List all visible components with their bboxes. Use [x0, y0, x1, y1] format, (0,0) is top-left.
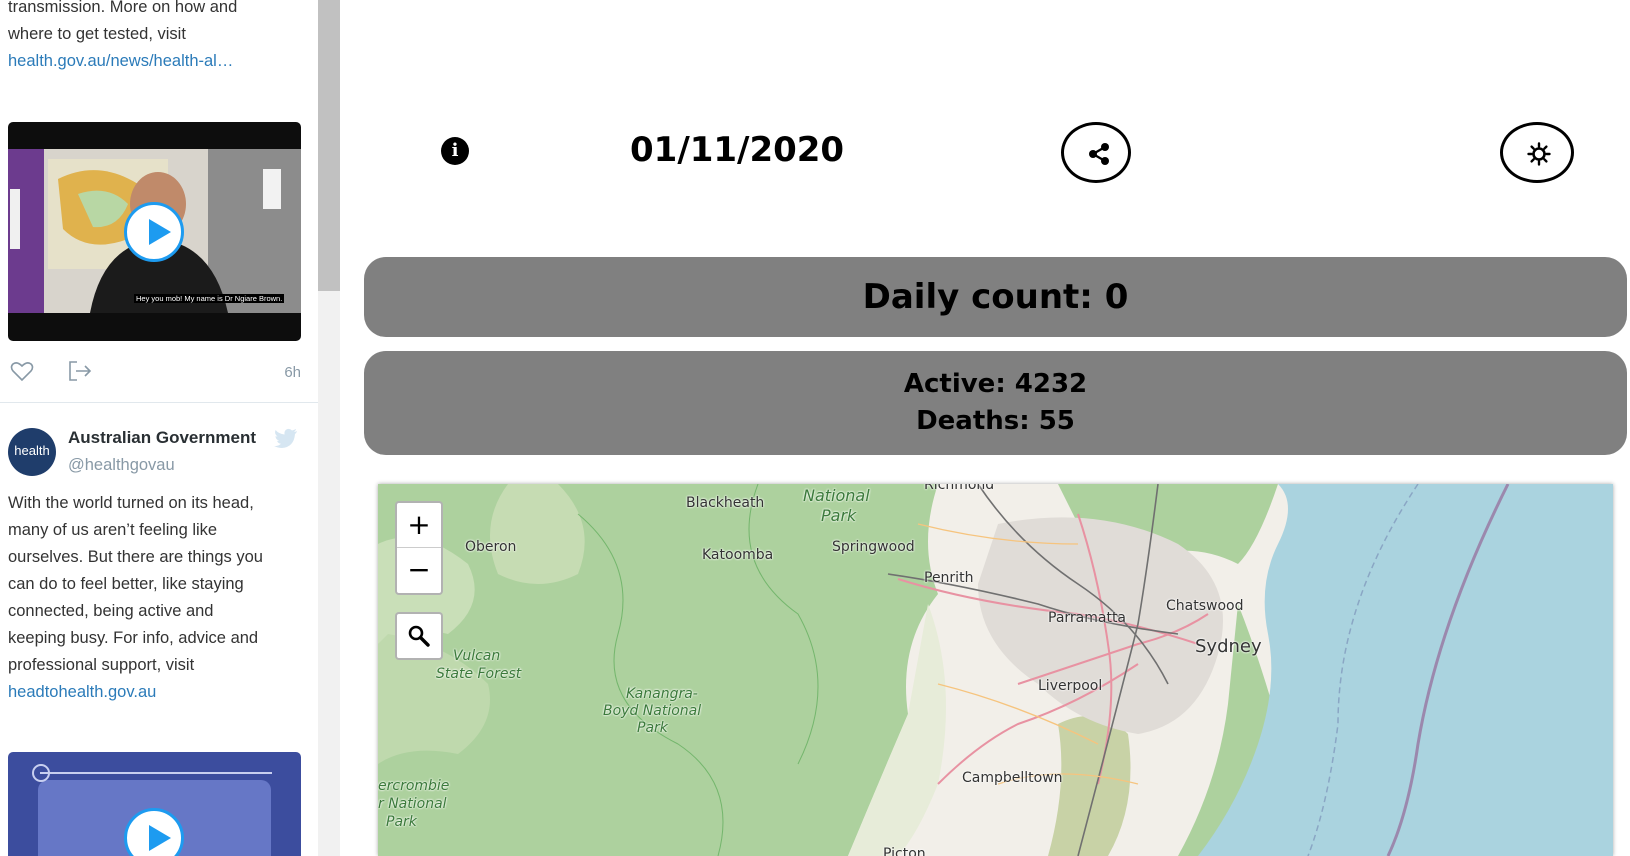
tweet-text-line: With the world turned on its head, — [8, 494, 254, 512]
tweet-actions: 6h — [8, 358, 301, 388]
avatar[interactable]: health — [8, 428, 56, 476]
video-decoration — [40, 772, 272, 774]
map-label-abercrombie: ercrombie — [378, 778, 450, 794]
search-icon — [408, 625, 430, 647]
zoom-in-button[interactable]: + — [397, 503, 441, 548]
date-display: 01/11/2020 — [630, 130, 845, 170]
share-icon[interactable] — [68, 360, 92, 382]
map-label-abercrombie: r National — [378, 796, 447, 812]
tweet-link[interactable]: headtohealth.gov.au — [8, 683, 156, 701]
video-caption: Hey you mob! My name is Dr Ngiare Brown. — [134, 294, 285, 303]
map-label-springwood: Springwood — [832, 539, 915, 555]
tweet-author-handle[interactable]: @healthgovau — [68, 456, 175, 475]
map-label-chatswood: Chatswood — [1166, 598, 1244, 614]
heart-icon[interactable] — [10, 360, 34, 382]
map-label-abercrombie: Park — [386, 814, 417, 830]
map-label-campbelltown: Campbelltown — [962, 770, 1063, 786]
play-button[interactable] — [124, 202, 184, 262]
theme-toggle-button[interactable] — [1500, 122, 1574, 183]
map-label-kanangra-boyd: Park — [637, 720, 668, 736]
tweet-text-line: ourselves. But there are things you — [8, 548, 263, 566]
tweet-author-name[interactable]: Australian Government — [68, 428, 256, 448]
tweet-video[interactable]: Hey you mob! My name is Dr Ngiare Brown. — [8, 122, 301, 341]
tweet-text-line: transmission. More on how and — [8, 0, 238, 16]
map-label-blackheath: Blackheath — [686, 495, 765, 511]
totals-panel: Active: 4232 Deaths: 55 — [364, 351, 1627, 455]
tweet-text-line: keeping busy. For info, advice and — [8, 629, 259, 647]
map-label-liverpool: Liverpool — [1038, 678, 1103, 694]
sun-icon — [1527, 142, 1551, 166]
tweet-link[interactable]: health.gov.au/news/health-al… — [8, 52, 233, 70]
tweet-text-line: professional support, visit — [8, 656, 195, 674]
zoom-control: + − — [395, 501, 443, 595]
info-icon[interactable]: i — [441, 137, 469, 165]
map-label-penrith: Penrith — [924, 570, 974, 586]
tweet-text: transmission. More on how and where to g… — [8, 0, 308, 75]
tweet-text-line: can do to feel better, like staying — [8, 575, 244, 593]
feed-scrollbar-thumb[interactable] — [318, 0, 340, 291]
map-label-richmond: Richmond — [924, 484, 995, 493]
map-label-picton: Picton — [883, 846, 926, 856]
map-label-kanangra-boyd: Boyd National — [603, 703, 702, 719]
active-count: Active: 4232 — [903, 369, 1088, 399]
map-label-national-park: National — [803, 486, 870, 505]
tweet-text-line: many of us aren’t feeling like — [8, 521, 218, 539]
tweet-text-line: where to get tested, visit — [8, 25, 186, 43]
map[interactable]: Richmond Blackheath National Park Oberon… — [378, 484, 1613, 856]
twitter-bird-icon[interactable] — [274, 428, 298, 448]
share-icon — [1089, 143, 1109, 165]
tweet-text: With the world turned on its head, many … — [8, 490, 308, 706]
tweet-text-line: connected, being active and — [8, 602, 214, 620]
deaths-count: Deaths: 55 — [916, 406, 1075, 436]
daily-count: Daily count: 0 — [862, 277, 1129, 317]
twitter-feed-panel: transmission. More on how and where to g… — [0, 0, 318, 856]
map-tiles — [378, 484, 1613, 856]
daily-count-panel: Daily count: 0 — [364, 257, 1627, 337]
map-label-oberon: Oberon — [465, 539, 517, 555]
tweet-video[interactable] — [8, 752, 301, 856]
map-label-sydney: Sydney — [1195, 636, 1262, 657]
video-decoration — [32, 764, 50, 782]
map-label-national-park: Park — [821, 506, 857, 525]
share-button[interactable] — [1061, 122, 1131, 183]
map-search-button[interactable] — [395, 612, 443, 660]
zoom-out-button[interactable]: − — [397, 548, 441, 593]
tweet-timestamp[interactable]: 6h — [284, 364, 301, 381]
map-label-parramatta: Parramatta — [1048, 610, 1127, 626]
map-label-kanangra-boyd: Kanangra- — [626, 686, 698, 702]
map-label-state-forest: State Forest — [436, 666, 522, 682]
tweet-divider — [0, 402, 318, 403]
map-label-vulcan: Vulcan — [453, 648, 501, 664]
map-label-katoomba: Katoomba — [702, 547, 774, 563]
